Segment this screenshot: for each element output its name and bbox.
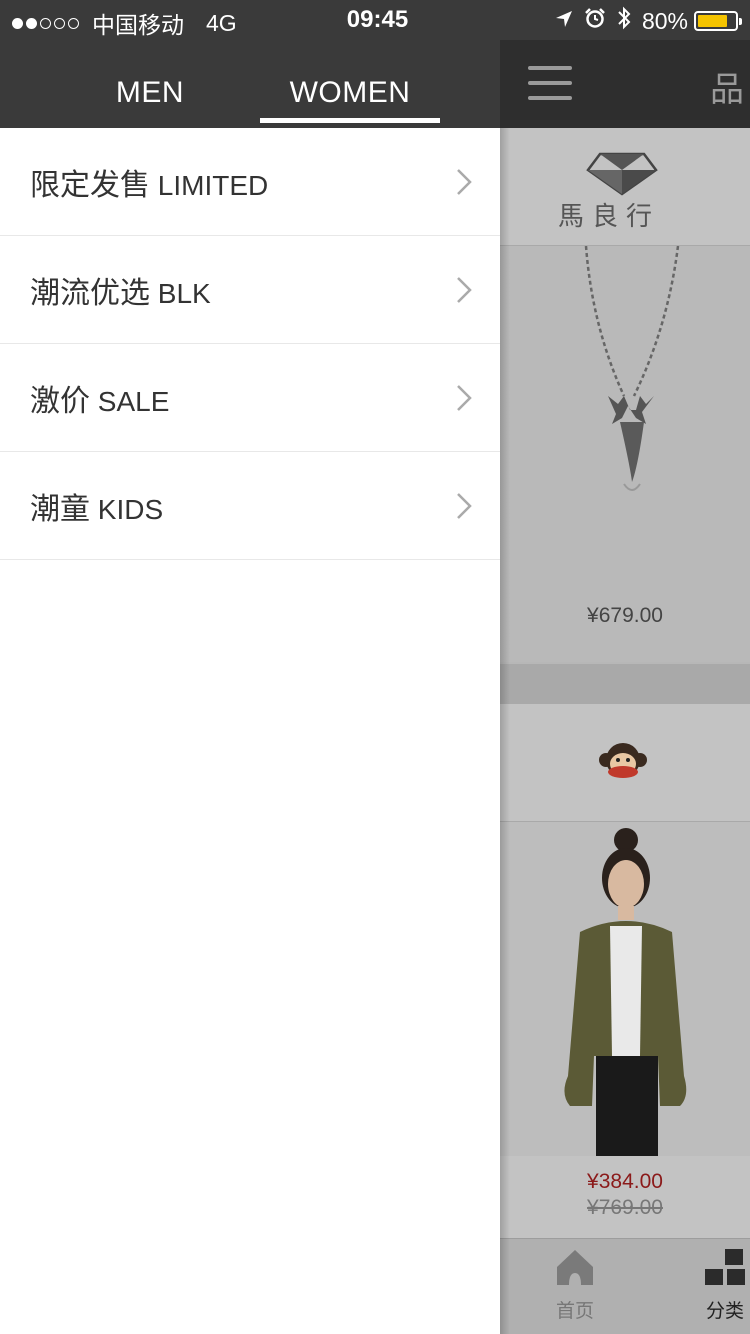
menu-label-zh: 激价 (30, 384, 90, 418)
battery-percent: 80% (641, 7, 688, 34)
background-content: 馬良行 ¥679.00 ¥384.00 ¥769.00 首页 分类 (500, 128, 750, 1334)
menu-label-en: SALE (97, 385, 170, 417)
status-right: 80% (544, 6, 742, 36)
menu-label: 潮童 KIDS (30, 484, 163, 528)
tab-men[interactable]: MEN (60, 76, 240, 120)
jacket-model-image (564, 828, 687, 1156)
menu-label-zh: 潮童 (30, 492, 90, 526)
chevron-right-icon (457, 169, 472, 195)
menu-label: 潮流优选 BLK (30, 268, 211, 312)
brand-row[interactable] (500, 704, 750, 822)
category-icon (705, 1249, 745, 1285)
background-title: 品 (710, 71, 744, 109)
tab-category[interactable]: 分类 (675, 1247, 750, 1323)
product-card[interactable]: ¥679.00 (500, 246, 750, 662)
location-arrow-icon (554, 8, 574, 35)
bluetooth-icon (616, 6, 632, 36)
monkey-logo (599, 743, 647, 778)
menu-item-kids[interactable]: 潮童 KIDS (0, 452, 500, 560)
brand-row[interactable]: 馬良行 (500, 128, 750, 246)
section-separator (500, 664, 750, 704)
product-card[interactable] (500, 822, 750, 1158)
menu-label-zh: 限定发售 (30, 168, 150, 202)
background-top-bar: 品 (500, 40, 750, 128)
tab-category-label: 分类 (705, 1301, 744, 1322)
brand-name: 馬良行 (558, 202, 661, 232)
price-row: ¥384.00 ¥769.00 (500, 1156, 750, 1238)
menu-label-en: LIMITED (157, 169, 269, 201)
drawer-header: MEN WOMEN (0, 40, 500, 128)
diamond-logo (586, 152, 658, 196)
alarm-icon (584, 7, 606, 35)
menu-label: 限定发售 LIMITED (30, 160, 268, 204)
tab-home[interactable]: 首页 (525, 1247, 625, 1323)
necklace-image (584, 246, 680, 491)
tab-women[interactable]: WOMEN (260, 76, 440, 120)
menu-item-limited[interactable]: 限定发售 LIMITED (0, 128, 500, 236)
chevron-right-icon (457, 493, 472, 519)
original-price: ¥769.00 (587, 1196, 663, 1219)
menu-label-zh: 潮流优选 (30, 276, 150, 310)
home-icon (557, 1250, 593, 1285)
status-bar: 中国移动 4G 09:45 80% (0, 0, 750, 40)
drawer-shadow (500, 128, 510, 1334)
menu-label-en: BLK (157, 277, 211, 309)
battery-icon (694, 11, 742, 31)
menu-item-blk[interactable]: 潮流优选 BLK (0, 236, 500, 344)
active-tab-indicator (260, 118, 440, 123)
menu-label: 激价 SALE (30, 376, 169, 420)
menu-label-en: KIDS (97, 493, 164, 525)
menu-item-sale[interactable]: 激价 SALE (0, 344, 500, 452)
bottom-tab-bar: 首页 分类 (500, 1238, 750, 1334)
drawer-menu: 限定发售 LIMITED 潮流优选 BLK 激价 SALE 潮童 KIDS (0, 128, 500, 1334)
product-price: ¥679.00 (587, 604, 663, 627)
hamburger-icon[interactable] (528, 66, 572, 111)
chevron-right-icon (457, 385, 472, 411)
tab-home-label: 首页 (555, 1301, 594, 1322)
chevron-right-icon (457, 277, 472, 303)
sale-price: ¥384.00 (587, 1170, 663, 1193)
background-page: 品 馬良行 ¥679.00 ¥384.00 ¥769.00 首页 分类 (500, 40, 750, 1334)
